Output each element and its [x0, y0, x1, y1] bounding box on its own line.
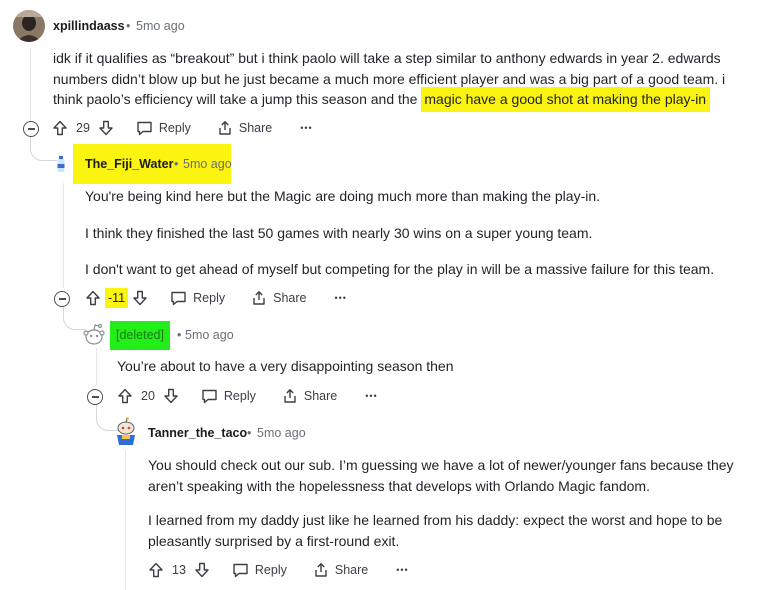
comment-action-bar: 20 Reply Share •••	[117, 385, 378, 407]
more-options-icon[interactable]: •••	[334, 293, 346, 303]
comment-action-bar: 13 Reply Share •••	[148, 559, 409, 581]
comment-body: idk if it qualifies as “breakout” but i …	[53, 48, 743, 112]
reply-button[interactable]: Reply	[232, 562, 287, 578]
share-icon	[313, 562, 329, 578]
comment-icon	[232, 562, 249, 578]
username[interactable]: Tanner_the_taco	[148, 426, 247, 440]
upvote-icon[interactable]	[117, 388, 133, 404]
vote-group: 29	[52, 120, 114, 136]
highlighted-text: magic have a good shot at making the pla…	[421, 87, 711, 112]
avatar-tanner-the-taco[interactable]	[113, 417, 139, 447]
comment-icon	[170, 290, 187, 306]
collapse-thread-button[interactable]	[54, 291, 70, 307]
vote-group: 13	[148, 562, 210, 578]
username[interactable]: The_Fiji_Water	[85, 157, 173, 171]
more-options-icon[interactable]: •••	[365, 391, 377, 401]
share-icon	[251, 290, 267, 306]
collapse-thread-button[interactable]	[87, 389, 103, 405]
upvote-icon[interactable]	[52, 120, 68, 136]
share-button[interactable]: Share	[217, 120, 272, 136]
deleted-username: [deleted]	[110, 321, 170, 350]
meta-separator: •	[126, 19, 131, 33]
share-button[interactable]: Share	[313, 562, 368, 578]
vote-count: 20	[141, 389, 155, 403]
downvote-icon[interactable]	[163, 388, 179, 404]
comment-body: You’re about to have a very disappointin…	[117, 356, 737, 377]
vote-group: 20	[117, 388, 179, 404]
reply-button[interactable]: Reply	[201, 388, 256, 404]
share-icon	[217, 120, 233, 136]
share-button[interactable]: Share	[251, 290, 306, 306]
upvote-icon[interactable]	[85, 290, 101, 306]
avatar-xpillindaass[interactable]	[13, 10, 45, 42]
share-icon	[282, 388, 298, 404]
comment-action-bar: 29 Reply Share •••	[52, 117, 313, 139]
comment-icon	[201, 388, 218, 404]
reply-label: Reply	[158, 121, 191, 135]
reply-button[interactable]: Reply	[136, 120, 191, 136]
comment-paragraph: I don't want to get ahead of myself but …	[85, 261, 715, 277]
meta-separator: •	[174, 157, 179, 171]
username[interactable]: xpillindaass	[53, 19, 125, 33]
vote-count: 13	[172, 563, 186, 577]
thread-line-level-3[interactable]	[96, 348, 97, 386]
vote-count: -11	[105, 288, 129, 308]
downvote-icon[interactable]	[98, 120, 114, 136]
comment-timestamp[interactable]: 5mo ago	[257, 426, 306, 440]
reply-button[interactable]: Reply	[170, 290, 225, 306]
reply-label: Reply	[193, 291, 226, 305]
comment-paragraph: You’re about to have a very disappointin…	[117, 358, 454, 374]
upvote-icon[interactable]	[148, 562, 164, 578]
avatar-deleted	[80, 322, 106, 348]
share-label: Share	[334, 563, 369, 577]
comment-timestamp[interactable]: 5mo ago	[183, 157, 232, 171]
share-button[interactable]: Share	[282, 388, 337, 404]
share-label: Share	[273, 291, 307, 305]
share-label: Share	[303, 389, 338, 403]
avatar-the-fiji-water[interactable]	[57, 156, 65, 172]
reply-label: Reply	[223, 389, 256, 403]
vote-group: -11	[85, 288, 148, 308]
meta-separator: •	[177, 328, 182, 342]
comment-action-bar: -11 Reply Share •••	[85, 287, 347, 309]
comment-paragraph: You're being kind here but the Magic are…	[85, 188, 601, 204]
comment-timestamp[interactable]: 5mo ago	[185, 328, 234, 342]
comment-paragraph: I learned from my daddy just like he lea…	[148, 512, 723, 549]
downvote-icon[interactable]	[132, 290, 148, 306]
more-options-icon[interactable]: •••	[396, 565, 408, 575]
reply-label: Reply	[254, 563, 287, 577]
comment-body: You should check out our sub. I’m guessi…	[148, 455, 748, 551]
downvote-icon[interactable]	[194, 562, 210, 578]
share-label: Share	[238, 121, 273, 135]
comment-icon	[136, 120, 153, 136]
collapse-thread-button[interactable]	[23, 121, 39, 137]
meta-separator: •	[247, 426, 252, 440]
vote-count: 29	[76, 121, 90, 135]
comment-body: You're being kind here but the Magic are…	[85, 186, 735, 280]
more-options-icon[interactable]: •••	[300, 123, 312, 133]
thread-line-level-4[interactable]	[125, 450, 126, 590]
comment-paragraph: I think they finished the last 50 games …	[85, 224, 593, 241]
thread-line-level-2[interactable]	[63, 183, 64, 288]
comment-timestamp[interactable]: 5mo ago	[136, 19, 185, 33]
comment-paragraph: You should check out our sub. I’m guessi…	[148, 457, 734, 494]
